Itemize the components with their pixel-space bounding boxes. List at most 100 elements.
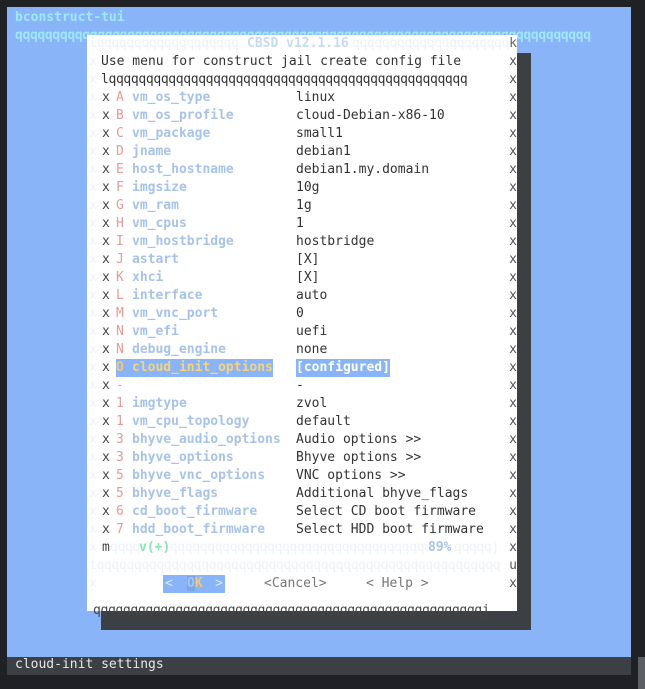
edge-left: x [89, 252, 97, 267]
menu-item-cloud-init-options[interactable]: x x Ocloud_init_options [configured] x [87, 359, 517, 377]
menu-item-value: 1 [296, 216, 304, 231]
menu-item-hotkey: 1 [116, 414, 124, 429]
menu-item-vm-cpus[interactable]: x x Hvm_cpus 1 x [87, 215, 517, 233]
menu-item-separator[interactable]: xx--x [87, 377, 517, 395]
hint-line: x Use menu for construct jail create con… [87, 53, 517, 71]
menu-item-hotkey: F [116, 180, 124, 195]
menu-item-hotkey: B [116, 108, 124, 123]
menu-item-name: interface [132, 288, 203, 303]
menu-item-xhci[interactable]: x x Kxhci [X] x [87, 269, 517, 287]
menu-item-vm-vnc-port[interactable]: x x Mvm_vnc_port 0 x [87, 305, 517, 323]
menu-item-name: vm_hostbridge [132, 234, 234, 249]
menu-item-hotkey: 5 [116, 486, 124, 501]
menu-edge-left: x [102, 522, 110, 537]
menu-item-bhyve-audio-options[interactable]: x x 3 bhyve_audio_options Audio options >> x [87, 431, 517, 449]
menu-item-value: debian1.my.domain [296, 162, 430, 177]
menu-item-hotkey: H [116, 216, 124, 231]
menu-item-value: none [296, 342, 328, 357]
edge-left: x [89, 414, 97, 429]
menu-item-hotkey: I [116, 234, 124, 249]
edge-right: x [509, 54, 517, 69]
edge-right: x [509, 72, 517, 87]
edge-right: x [509, 486, 517, 501]
menu-edge-left: x [102, 144, 110, 159]
menu-item-imgtype[interactable]: x x 1 imgtype zvol x [87, 395, 517, 413]
edge-right: x [509, 306, 517, 321]
menu-item-vm-hostbridge[interactable]: x x Ivm_hostbridge hostbridge x [87, 233, 517, 251]
title-rule-right: qqqqqqqqqqqqqqqqqqqqq [352, 36, 510, 51]
menu-item-hotkey: M [116, 306, 124, 321]
menu-item-cd-boot-firmware[interactable]: x x 6 cd_boot_firmware Select CD boot firmwa… [87, 503, 517, 521]
menu-edge-left: x [102, 468, 110, 483]
menu-item-hotkey: 5 [116, 468, 124, 483]
menu-item-value: auto [296, 288, 328, 303]
menu-item-value: Additional bhyve_flags [296, 486, 469, 501]
edge-left: x [89, 180, 97, 195]
menu-item-bhyve-vnc-options[interactable]: x x 5 bhyve_vnc_options VNC options >> x [87, 467, 517, 485]
menu-item-hotkey: D [116, 144, 124, 159]
menu-item-bhyve-flags[interactable]: x x 5 bhyve_flags Additional bhyve_flags x [87, 485, 517, 503]
window-scrollbar[interactable] [638, 657, 645, 689]
edge-left: x [89, 126, 97, 141]
menu-item-vm-os-profile[interactable]: x x Bvm_os_profile cloud-Debian-x86-10 x [87, 107, 517, 125]
menu-item-imgsize[interactable]: x x Fimgsize 10g x [87, 179, 517, 197]
menu-item-value: 0 [296, 306, 304, 321]
menu-item-interface[interactable]: x x Linterface auto x [87, 287, 517, 305]
edge-left: x [89, 576, 97, 591]
menu-item-vm-ram[interactable]: x x Gvm_ram 1g x [87, 197, 517, 215]
status-bar: cloud-init settings [7, 657, 631, 675]
status-text: cloud-init settings [15, 657, 164, 672]
menu-item-hotkey: A [116, 90, 124, 105]
menu-item-hotkey: 3 [116, 432, 124, 447]
menu-item-value: [configured] [296, 359, 390, 377]
edge-left: x [89, 378, 97, 393]
menu-item-bhyve-options[interactable]: x x 3 bhyve_options Bhyve options >> x [87, 449, 517, 467]
title-rule-left: lqqqqqqqqqqqqqqqqqqq [89, 36, 239, 51]
app-title: bconstruct-tui [15, 10, 125, 25]
menu-item-hotkey: K [116, 270, 124, 285]
cancel-button[interactable]: <Cancel> [264, 575, 327, 593]
menu-item-hotkey: L [116, 288, 124, 303]
menu-item-name: astart [132, 252, 179, 267]
menu-top-border: x lqqqqqqqqqqqqqqqqqqqqqqqqqqqqqqqqqqqqq… [87, 71, 517, 89]
menu-item-vm-efi[interactable]: x x Nvm_efi uefi x [87, 323, 517, 341]
menu-item-jname[interactable]: x x Djname debian1 x [87, 143, 517, 161]
menu-item-debug-engine[interactable]: x x Ndebug_engine none x [87, 341, 517, 359]
dialog-bottom-rule: qqqqqqqqqqqqqqqqqqqqqqqqqqqqqqqqqqqqqqqq… [93, 603, 490, 618]
edge-left: x [89, 216, 97, 231]
menu-item-name: vm_cpu_topology [132, 414, 250, 429]
menu-item-value: hostbridge [296, 234, 375, 249]
edge-right: x [509, 234, 517, 249]
menu-item-name: vm_cpus [132, 216, 187, 231]
edge-right: x [509, 198, 517, 213]
menu-item-astart[interactable]: x x Jastart [X] x [87, 251, 517, 269]
scroll-more-indicator[interactable]: v(+) [139, 539, 171, 557]
edge-left: x [89, 162, 97, 177]
menu-item-hdd-boot-firmware[interactable]: x x 7 hdd_boot_firmware Select HDD boot firm… [87, 521, 517, 539]
menu-edge-left: x [102, 288, 110, 303]
menu-item-hotkey: E [116, 162, 124, 177]
menu-item-name: vm_os_profile [132, 108, 234, 123]
button-separator: tqqqqqqqqqqqqqqqqqqqqqqqqqqqqqqqqqqqqqqq… [87, 557, 517, 575]
help-button[interactable]: < Help > [366, 575, 429, 593]
edge-right: x [509, 324, 517, 339]
edge-left: x [89, 90, 97, 105]
menu-edge-left: x [102, 126, 110, 141]
menu-item-name: imgtype [132, 396, 187, 411]
edge-right: x [509, 270, 517, 285]
menu-item-value: 10g [296, 180, 320, 195]
edge-left: x [89, 234, 97, 249]
menu-item-vm-package[interactable]: x x Cvm_package small1 x [87, 125, 517, 143]
menu-item-host-hostname[interactable]: x x Ehost_hostname debian1.my.domain x [87, 161, 517, 179]
edge-left: x [89, 198, 97, 213]
menu-item-name: vm_ram [132, 198, 179, 213]
menu-item-name: hdd_boot_firmware [132, 522, 266, 537]
menu-top-rule: lqqqqqqqqqqqqqqqqqqqqqqqqqqqqqqqqqqqqqqq… [101, 72, 468, 87]
selection-highlight [124, 359, 132, 377]
menu-item-vm-os-type[interactable]: x x Avm_os_type linux x [87, 89, 517, 107]
edge-left: x [89, 522, 97, 537]
menu-edge-left: x [102, 432, 110, 447]
ok-button[interactable]: < OK > [163, 575, 225, 593]
edge-left: x [89, 450, 97, 465]
menu-item-vm-cpu-topology[interactable]: x x 1 vm_cpu_topology default x [87, 413, 517, 431]
